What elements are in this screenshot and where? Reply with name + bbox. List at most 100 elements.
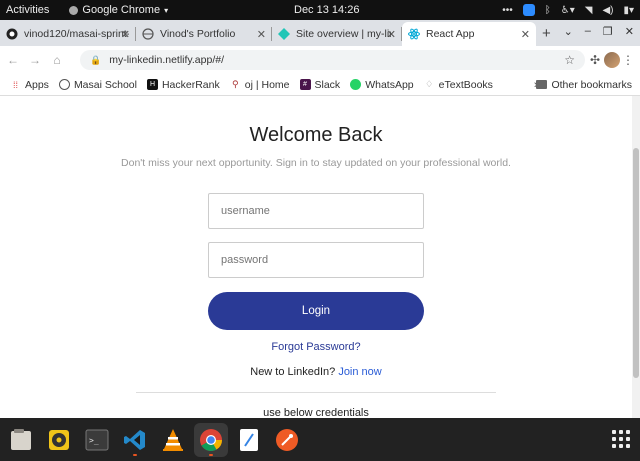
postman-icon[interactable] <box>270 423 304 457</box>
system-tray[interactable]: ••• ᛒ ♿▾ ◥ ◀) ▮▾ <box>502 4 634 16</box>
files-icon[interactable] <box>4 423 38 457</box>
close-tab-icon[interactable]: ✕ <box>121 28 130 41</box>
reload-icon[interactable]: ⌂ <box>48 53 66 67</box>
svg-text:>_: >_ <box>89 436 99 445</box>
lock-icon[interactable]: 🔒 <box>90 55 101 66</box>
bookmark-oj[interactable]: ⚲ oj | Home <box>230 79 290 91</box>
tab-portfolio[interactable]: Vinod's Portfolio ✕ <box>136 22 272 46</box>
bulb-icon: ♢ <box>425 79 434 89</box>
activities-button[interactable]: Activities <box>6 4 49 16</box>
bookmark-apps[interactable]: ⁞⁞ Apps <box>10 79 49 91</box>
bookmarks-bar: ⁞⁞ Apps Masai School H HackerRank ⚲ oj |… <box>0 74 640 96</box>
accessibility-icon[interactable]: ♿▾ <box>561 5 575 16</box>
divider <box>136 392 496 393</box>
page-content: Welcome Back Don't miss your next opport… <box>0 96 632 418</box>
globe-icon <box>58 79 70 90</box>
folder-icon <box>536 80 548 89</box>
url-text[interactable]: my-linkedin.netlify.app/#/ <box>109 54 224 66</box>
react-icon <box>408 28 420 40</box>
github-icon <box>6 28 18 40</box>
bookmark-hackerrank[interactable]: H HackerRank <box>146 78 220 91</box>
vscode-icon[interactable] <box>118 423 152 457</box>
show-apps-icon[interactable] <box>612 430 630 448</box>
bookmark-label: Masai School <box>73 78 137 91</box>
maximize-icon[interactable]: ❐ <box>603 25 613 38</box>
app-menu-label: Google Chrome <box>82 4 161 16</box>
profile-avatar[interactable] <box>604 52 620 68</box>
bookmark-whatsapp[interactable]: WhatsApp <box>350 78 414 91</box>
forgot-password-link[interactable]: Forgot Password? <box>0 341 632 353</box>
battery-icon[interactable]: ▮▾ <box>623 5 634 16</box>
signup-prompt-text: New to LinkedIn? <box>250 366 336 378</box>
address-bar[interactable]: 🔒 my-linkedin.netlify.app/#/ ☆ <box>80 50 585 70</box>
close-tab-icon[interactable]: ✕ <box>521 28 530 41</box>
bookmark-label: Slack <box>314 78 341 91</box>
taskbar-dock: >_ <box>0 418 640 461</box>
tab-title: React App <box>426 28 475 40</box>
bluetooth-icon[interactable]: ᛒ <box>545 5 551 16</box>
volume-icon[interactable]: ◀) <box>602 5 613 16</box>
slack-icon: # <box>299 79 311 90</box>
zoom-icon[interactable] <box>522 4 535 16</box>
tab-react-app[interactable]: React App ✕ <box>402 22 536 46</box>
bookmark-label: Apps <box>25 78 49 91</box>
page-subtitle: Don't miss your next opportunity. Sign i… <box>121 157 511 169</box>
chevron-down-icon: ▾ <box>164 5 169 15</box>
tab-title: vinod120/masai-sprint- <box>24 28 129 40</box>
running-indicator <box>133 453 137 456</box>
clock[interactable]: Dec 13 14:26 <box>294 4 359 16</box>
system-top-bar: Activities Google Chrome ▾ Dec 13 14:26 … <box>0 0 640 20</box>
bookmark-label: eTextBooks <box>438 78 493 91</box>
text-editor-icon[interactable] <box>232 423 266 457</box>
minimize-icon[interactable]: – <box>585 25 591 38</box>
new-tab-button[interactable]: + <box>542 25 551 42</box>
bookmark-slack[interactable]: # Slack <box>299 78 341 91</box>
apps-grid-icon: ⁞⁞ <box>12 79 18 90</box>
forward-icon[interactable]: → <box>26 53 44 67</box>
tab-netlify[interactable]: Site overview | my-linke ✕ <box>272 22 402 46</box>
wifi-icon[interactable]: ◥ <box>585 5 593 16</box>
other-bookmarks-label: Other bookmarks <box>551 78 632 91</box>
bookmark-label: WhatsApp <box>365 78 414 91</box>
bookmark-etextbooks[interactable]: ♢ eTextBooks <box>424 79 493 91</box>
back-icon[interactable]: ← <box>4 53 22 67</box>
kebab-menu-icon[interactable]: ⋮ <box>622 53 634 67</box>
username-input[interactable] <box>208 193 424 229</box>
page-title: Welcome Back <box>249 124 383 146</box>
bookmark-star-icon[interactable]: ☆ <box>564 53 575 67</box>
tab-strip: vinod120/masai-sprint- ✕ Vinod's Portfol… <box>0 20 640 46</box>
login-button[interactable]: Login <box>208 292 424 330</box>
scrollbar-thumb[interactable] <box>633 148 639 378</box>
password-input[interactable] <box>208 242 424 278</box>
app-menu[interactable]: Google Chrome ▾ <box>69 4 168 16</box>
netlify-icon <box>278 28 290 40</box>
signup-prompt: New to LinkedIn? Join now <box>0 366 632 378</box>
pin-icon: ⚲ <box>231 79 239 89</box>
dropdown-icon[interactable]: ⌄ <box>564 25 573 38</box>
running-indicator <box>209 453 213 456</box>
window-controls: ⌄ – ❐ ✕ <box>564 25 634 38</box>
page-scrollbar[interactable] <box>632 96 640 418</box>
bookmark-label: HackerRank <box>161 78 220 91</box>
globe-icon <box>142 28 154 40</box>
tab-github[interactable]: vinod120/masai-sprint- ✕ <box>0 22 136 46</box>
close-tab-icon[interactable]: ✕ <box>257 28 266 41</box>
join-now-link[interactable]: Join now <box>338 366 381 378</box>
extensions-icon[interactable]: ✣ <box>590 53 600 67</box>
bookmark-masai[interactable]: Masai School <box>58 78 137 91</box>
close-tab-icon[interactable]: ✕ <box>387 28 396 41</box>
bookmark-label: oj | Home <box>244 78 290 91</box>
chrome-app-icon <box>69 5 79 15</box>
browser-toolbar: ← → ⌂ 🔒 my-linkedin.netlify.app/#/ ☆ ✣ ⋮ <box>0 46 640 74</box>
tab-title: Site overview | my-linke <box>296 28 391 40</box>
other-bookmarks[interactable]: Other bookmarks <box>536 79 632 91</box>
vlc-icon[interactable] <box>156 423 190 457</box>
credentials-note: use below credentials <box>263 407 369 418</box>
chrome-icon[interactable] <box>194 422 228 457</box>
more-icon[interactable]: ••• <box>502 5 513 16</box>
rhythmbox-icon[interactable] <box>42 423 76 457</box>
whatsapp-icon <box>350 79 362 90</box>
terminal-icon[interactable]: >_ <box>80 423 114 457</box>
close-window-icon[interactable]: ✕ <box>625 25 634 38</box>
tab-title: Vinod's Portfolio <box>160 28 236 40</box>
